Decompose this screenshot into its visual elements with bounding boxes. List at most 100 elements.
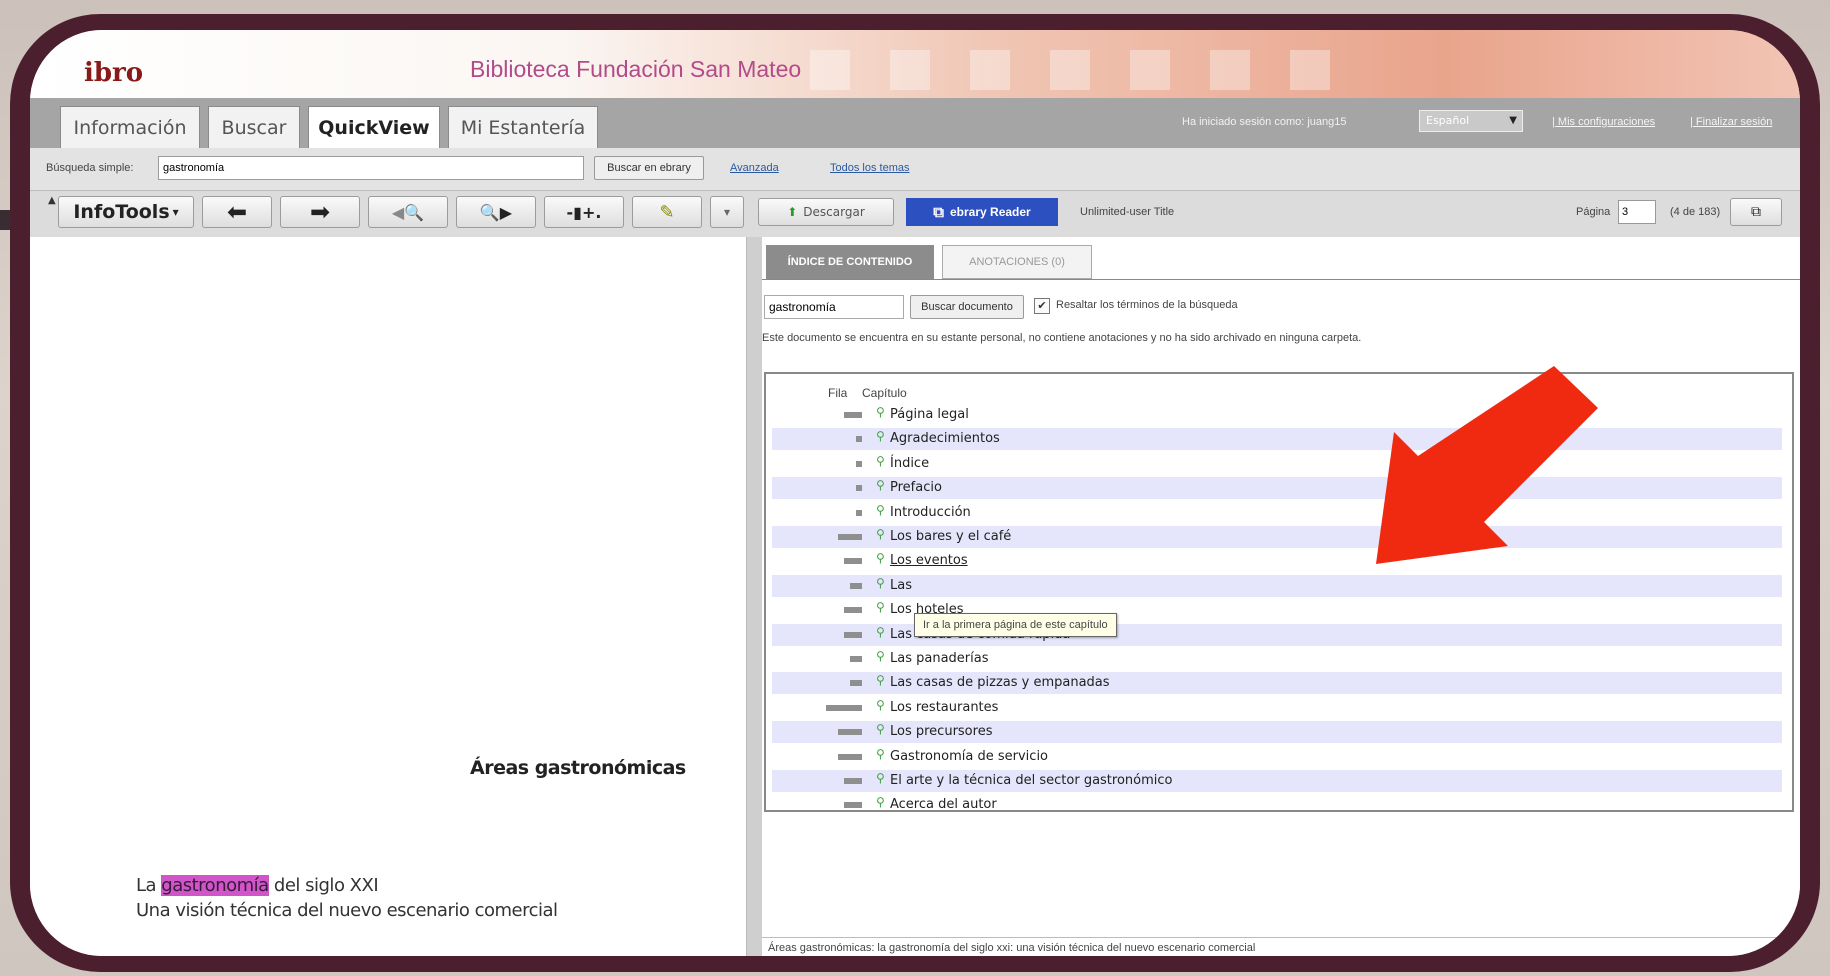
search-result-icon[interactable]: ⚲ <box>876 551 885 565</box>
hit-count-bar <box>838 534 862 540</box>
document-title-footer: Áreas gastronómicas: la gastronomía del … <box>768 942 1256 954</box>
search-result-icon[interactable]: ⚲ <box>876 405 885 419</box>
toc-row[interactable]: ⚲ Agradecimientos <box>772 428 1782 451</box>
pane-splitter[interactable] <box>746 237 763 956</box>
resize-panel-icon[interactable]: ⧉ <box>1730 198 1782 226</box>
tab-informacion[interactable]: Información <box>60 106 200 148</box>
tab-contents[interactable]: ÍNDICE DE CONTENIDO <box>766 245 934 279</box>
toc-row[interactable]: ⚲ Las panaderías <box>772 648 1782 670</box>
chevron-down-icon: ▾ <box>172 205 179 219</box>
toc-chapter-link[interactable]: Introducción <box>890 505 971 520</box>
toc-row[interactable]: ⚲ Prefacio <box>772 477 1782 500</box>
title-suffix: del siglo XXI <box>268 875 379 896</box>
document-status-note: Este documento se encuentra en su estant… <box>762 332 1362 344</box>
hit-count-bar <box>850 582 862 589</box>
hit-count-bar <box>856 509 862 516</box>
settings-link[interactable]: | Mis configuraciones <box>1552 116 1655 128</box>
toc-row[interactable]: ⚲ Las casas de pizzas y empanadas <box>772 672 1782 695</box>
search-result-icon[interactable]: ⚲ <box>876 673 885 687</box>
toc-row[interactable]: ⚲ Introducción <box>772 502 1782 524</box>
toc-chapter-link[interactable]: Las panaderías <box>890 651 988 666</box>
search-result-icon[interactable]: ⚲ <box>876 722 885 736</box>
tab-annotations[interactable]: ANOTACIONES (0) <box>942 245 1092 279</box>
book-page-view[interactable]: Áreas gastronómicas La gastronomía del s… <box>30 237 746 956</box>
highlight-terms-checkbox[interactable]: ✔ <box>1034 298 1050 314</box>
language-select[interactable]: Español ▼ <box>1419 110 1523 132</box>
highlight-terms-label: Resaltar los términos de la búsqueda <box>1056 299 1238 311</box>
zoom-page-icon[interactable]: -▮+. <box>544 196 624 228</box>
search-result-icon[interactable]: ⚲ <box>876 747 885 761</box>
toc-chapter-link[interactable]: Las casas de pizzas y empanadas <box>890 675 1110 690</box>
download-button[interactable]: ⬆ Descargar <box>758 198 894 226</box>
book-title-line: La gastronomía del siglo XXI <box>136 875 379 896</box>
browser-screen: ibro Biblioteca Fundación San Mateo Info… <box>30 30 1800 956</box>
back-arrow-icon[interactable]: ⬅ <box>202 196 272 228</box>
logout-link[interactable]: | Finalizar sesión <box>1690 116 1772 128</box>
toc-row[interactable]: ⚲ Gastronomía de servicio <box>772 746 1782 768</box>
forward-arrow-icon[interactable]: ➡ <box>280 196 360 228</box>
toc-chapter-link[interactable]: Índice <box>890 456 929 471</box>
search-result-icon[interactable]: ⚲ <box>876 625 885 639</box>
infotools-button[interactable]: InfoTools ▾ <box>58 196 194 228</box>
toc-chapter-link[interactable]: Gastronomía de servicio <box>890 749 1048 764</box>
hit-count-bar <box>844 607 862 614</box>
advanced-search-link[interactable]: Avanzada <box>730 162 779 174</box>
search-result-icon[interactable]: ⚲ <box>876 503 885 517</box>
toc-row[interactable]: ⚲ Página legal <box>772 404 1782 426</box>
toc-chapter-link[interactable]: El arte y la técnica del sector gastronó… <box>890 773 1172 788</box>
tab-quickview[interactable]: QuickView <box>308 106 440 148</box>
search-document-button[interactable]: Buscar documento <box>910 295 1024 319</box>
chapter-tooltip: Ir a la primera página de este capítulo <box>914 613 1117 637</box>
toc-row[interactable]: ⚲ Los bares y el café <box>772 526 1782 548</box>
toc-row[interactable]: ⚲ Índice <box>772 453 1782 475</box>
search-result-icon[interactable]: ⚲ <box>876 795 885 809</box>
all-topics-link[interactable]: Todos los temas <box>830 162 909 174</box>
search-result-icon[interactable]: ⚲ <box>876 527 885 541</box>
search-result-icon[interactable]: ⚲ <box>876 649 885 663</box>
toc-row[interactable]: ⚲ Las <box>772 574 1782 597</box>
toc-row[interactable]: ⚲ Los eventos <box>772 550 1782 572</box>
page-count: (4 de 183) <box>1670 206 1721 218</box>
simple-search-bar: Búsqueda simple: Buscar en ebrary Avanza… <box>30 148 1800 191</box>
toc-row[interactable]: ⚲ Los precursores <box>772 721 1782 744</box>
search-highlight: gastronomía <box>161 875 269 896</box>
toc-chapter-link[interactable]: Los restaurantes <box>890 700 998 715</box>
simple-search-input[interactable] <box>158 156 584 180</box>
tab-buscar[interactable]: Buscar <box>208 106 300 148</box>
toc-chapter-link[interactable]: Prefacio <box>890 480 942 495</box>
toc-chapter-link[interactable]: Agradecimientos <box>890 431 1000 446</box>
download-icon: ⬆ <box>787 205 798 219</box>
toc-chapter-link[interactable]: Los precursores <box>890 724 992 739</box>
toc-row[interactable]: ⚲ El arte y la técnica del sector gastron… <box>772 770 1782 792</box>
library-name: Biblioteca Fundación San Mateo <box>470 56 802 82</box>
hit-count-bar <box>856 436 862 443</box>
search-result-icon[interactable]: ⚲ <box>876 429 885 443</box>
next-hit-icon[interactable]: 🔍▶ <box>456 196 536 228</box>
toc-row[interactable]: ⚲ Acerca del autor <box>772 794 1782 816</box>
hits-column-header: Fila <box>828 386 848 400</box>
toc-chapter-link[interactable]: Los bares y el café <box>890 529 1011 544</box>
search-result-icon[interactable]: ⚲ <box>876 454 885 468</box>
page-number-input[interactable] <box>1618 200 1656 224</box>
toc-chapter-link[interactable]: Los eventos <box>890 553 968 568</box>
toc-chapter-link[interactable]: Las <box>890 578 912 593</box>
search-result-icon[interactable]: ⚲ <box>876 576 885 590</box>
toc-chapter-link[interactable]: Acerca del autor <box>890 797 997 812</box>
arrow-shape <box>1376 366 1598 564</box>
toc-chapter-link[interactable]: Página legal <box>890 407 969 422</box>
search-result-icon[interactable]: ⚲ <box>876 698 885 712</box>
ebrary-reader-button[interactable]: ⧉ ebrary Reader <box>906 198 1058 226</box>
toc-row[interactable]: ⚲ Los restaurantes <box>772 697 1782 719</box>
search-result-icon[interactable]: ⚲ <box>876 771 885 785</box>
page-heading: Áreas gastronómicas <box>470 757 686 779</box>
highlighter-icon[interactable]: ✎ <box>632 196 702 228</box>
collapse-icon[interactable]: ▲ <box>48 195 56 206</box>
search-result-icon[interactable]: ⚲ <box>876 478 885 492</box>
more-tools-icon[interactable]: ▾ <box>710 196 744 228</box>
previous-hit-icon[interactable]: ◀🔍 <box>368 196 448 228</box>
chevron-down-icon: ▼ <box>1509 115 1517 126</box>
search-ebrary-button[interactable]: Buscar en ebrary <box>594 156 704 180</box>
tab-mi-estanteria[interactable]: Mi Estantería <box>448 106 598 148</box>
document-search-input[interactable] <box>764 295 904 319</box>
search-result-icon[interactable]: ⚲ <box>876 600 885 614</box>
